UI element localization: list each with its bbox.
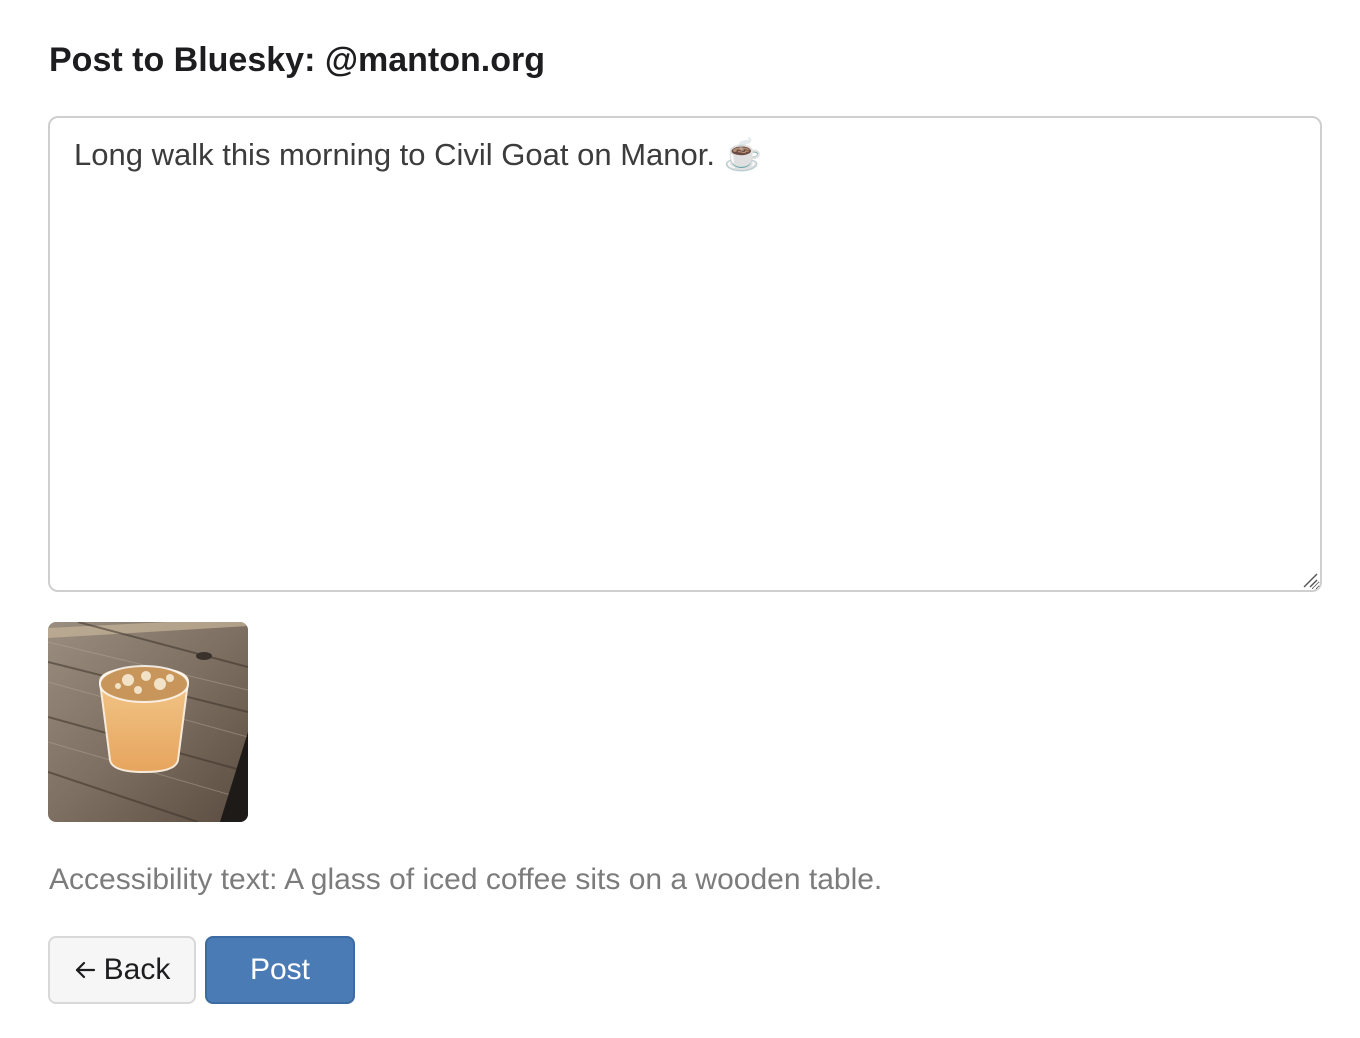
post-text-input[interactable]: Long walk this morning to Civil Goat on … xyxy=(48,116,1322,592)
accessibility-text: Accessibility text: A glass of iced coff… xyxy=(49,863,883,896)
post-page: Post to Bluesky: @manton.org Long walk t… xyxy=(0,0,1360,1038)
attached-photo-thumbnail[interactable] xyxy=(48,622,248,822)
post-button[interactable]: Post xyxy=(205,936,355,1004)
page-title: Post to Bluesky: @manton.org xyxy=(49,41,545,79)
post-button-label: Post xyxy=(249,953,311,986)
back-button-label: Back xyxy=(103,953,171,986)
arrow-left-icon xyxy=(74,959,96,981)
back-button[interactable]: Back xyxy=(48,936,196,1004)
